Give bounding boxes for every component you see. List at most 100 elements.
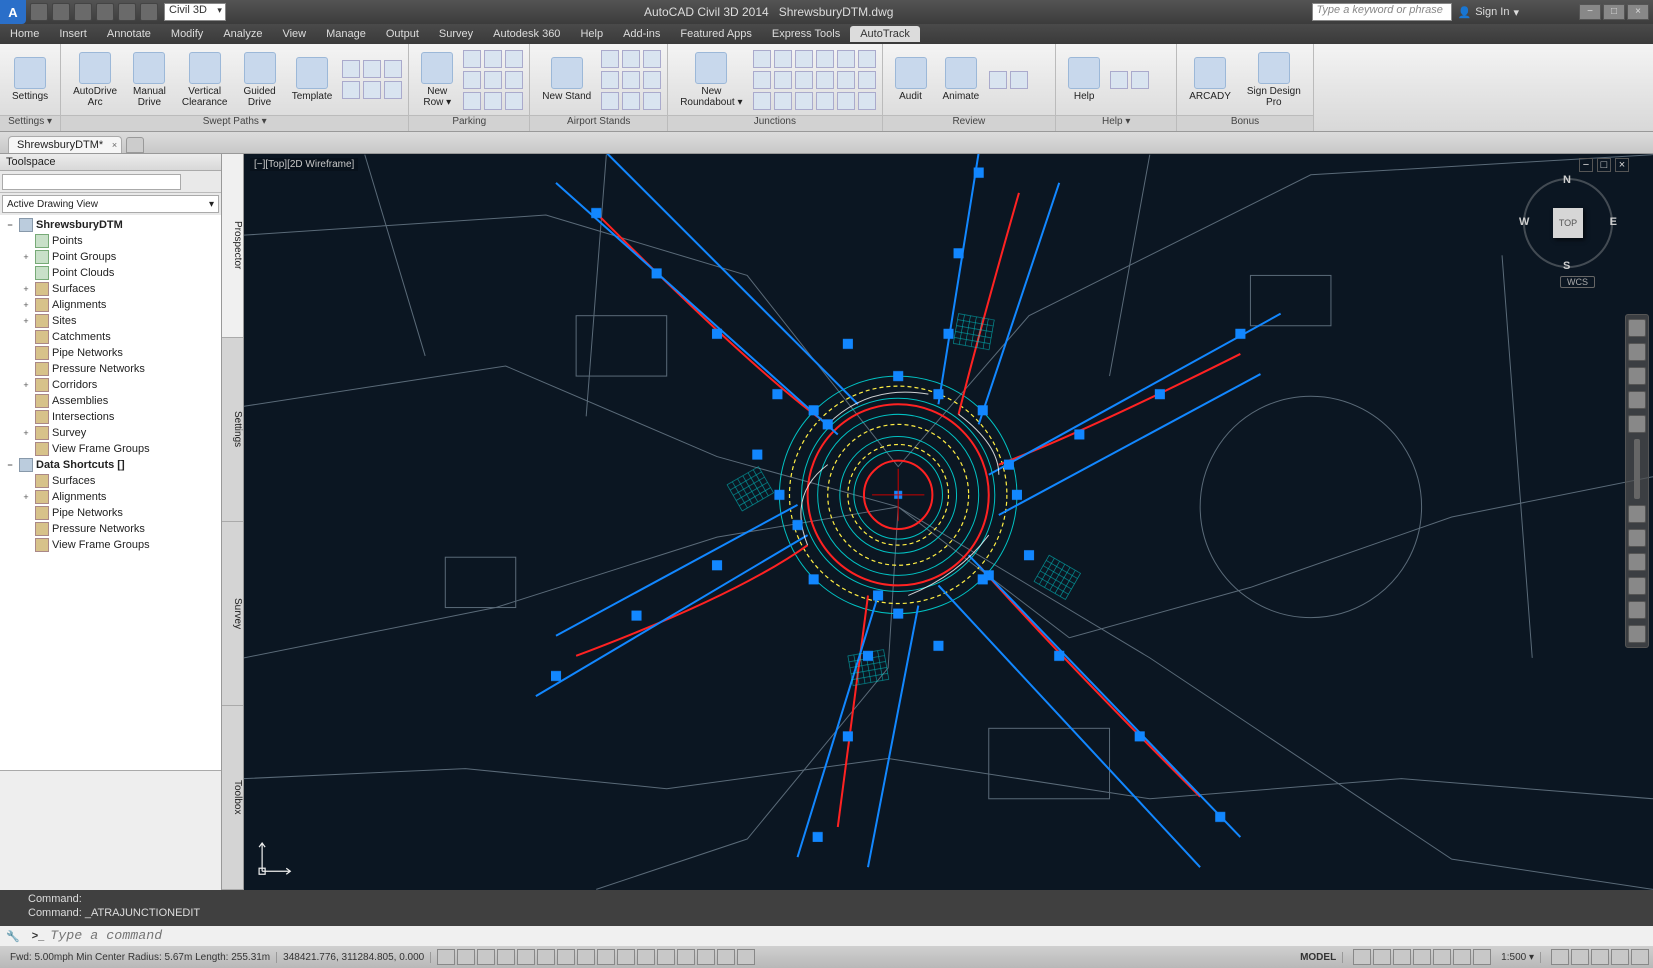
status-toggle-icon[interactable] xyxy=(677,949,695,965)
nav-pan-icon[interactable] xyxy=(1628,343,1646,361)
status-toggle-icon[interactable] xyxy=(1551,949,1569,965)
ribbon-small-icon[interactable] xyxy=(795,50,813,68)
ribbon-tab-home[interactable]: Home xyxy=(0,28,49,40)
status-toggle-icon[interactable] xyxy=(557,949,575,965)
compass-n[interactable]: N xyxy=(1563,174,1571,186)
status-toggle-icon[interactable] xyxy=(737,949,755,965)
ribbon-small-icon[interactable] xyxy=(384,60,402,78)
ribbon-tab-view[interactable]: View xyxy=(272,28,316,40)
status-toggle-icon[interactable] xyxy=(617,949,635,965)
status-toggle-icon[interactable] xyxy=(537,949,555,965)
toolspace-tab-toolbox[interactable]: Toolbox xyxy=(222,706,243,890)
toolspace-tab-settings[interactable]: Settings xyxy=(222,338,243,522)
ribbon-small-icon[interactable] xyxy=(622,50,640,68)
toolspace-btn1-icon[interactable] xyxy=(185,174,194,190)
toolspace-tab-survey[interactable]: Survey xyxy=(222,522,243,706)
ribbon-small-icon[interactable] xyxy=(643,71,661,89)
audit-button[interactable]: Audit xyxy=(889,55,933,104)
workspace-dropdown[interactable]: Civil 3D xyxy=(164,3,226,21)
animate-button[interactable]: Animate xyxy=(937,55,986,104)
ribbon-small-icon[interactable] xyxy=(484,50,502,68)
ribbon-small-icon[interactable] xyxy=(753,71,771,89)
ribbon-small-icon[interactable] xyxy=(601,50,619,68)
ribbon-small-icon[interactable] xyxy=(601,92,619,110)
tree-node-pressure-networks[interactable]: Pressure Networks xyxy=(0,521,221,537)
status-toggle-icon[interactable] xyxy=(697,949,715,965)
app-logo[interactable]: A xyxy=(0,0,26,24)
tree-node-pressure-networks[interactable]: Pressure Networks xyxy=(0,361,221,377)
ribbon-tab-output[interactable]: Output xyxy=(376,28,429,40)
ribbon-small-icon[interactable] xyxy=(774,71,792,89)
command-input[interactable] xyxy=(50,929,1653,944)
vp-minimize-icon[interactable]: − xyxy=(1579,158,1593,172)
template-button[interactable]: Template xyxy=(286,55,339,104)
ribbon-small-icon[interactable] xyxy=(858,50,876,68)
ribbon-small-icon[interactable] xyxy=(774,92,792,110)
autodrive-arc-button[interactable]: AutoDriveArc xyxy=(67,50,123,110)
tree-node-points[interactable]: Points xyxy=(0,233,221,249)
status-toggle-icon[interactable] xyxy=(517,949,535,965)
qat-save-icon[interactable] xyxy=(74,3,92,21)
ribbon-small-icon[interactable] xyxy=(622,92,640,110)
nav-tool3-icon[interactable] xyxy=(1628,553,1646,571)
model-paper-toggle[interactable]: MODEL xyxy=(1294,952,1343,963)
status-toggle-icon[interactable] xyxy=(1591,949,1609,965)
nav-orbit-icon[interactable] xyxy=(1628,391,1646,409)
status-toggle-icon[interactable] xyxy=(577,949,595,965)
tree-node-intersections[interactable]: Intersections xyxy=(0,409,221,425)
ribbon-small-icon[interactable] xyxy=(622,71,640,89)
ribbon-small-icon[interactable] xyxy=(342,60,360,78)
maximize-button[interactable]: □ xyxy=(1603,4,1625,20)
tree-expand-icon[interactable]: + xyxy=(20,428,32,438)
status-toggle-icon[interactable] xyxy=(657,949,675,965)
viewport-label[interactable]: [−][Top][2D Wireframe] xyxy=(250,158,358,171)
vertical-clearance-button[interactable]: VerticalClearance xyxy=(176,50,234,110)
tree-node-survey[interactable]: +Survey xyxy=(0,425,221,441)
ribbon-small-icon[interactable] xyxy=(837,71,855,89)
settings-button[interactable]: Settings xyxy=(6,55,54,104)
ribbon-small-icon[interactable] xyxy=(342,81,360,99)
status-toggle-icon[interactable] xyxy=(1611,949,1629,965)
ribbon-tab-featured-apps[interactable]: Featured Apps xyxy=(670,28,762,40)
ribbon-small-icon[interactable] xyxy=(1110,71,1128,89)
nav-tool2-icon[interactable] xyxy=(1628,529,1646,547)
status-toggle-icon[interactable] xyxy=(1393,949,1411,965)
infocenter-search[interactable]: Type a keyword or phrase xyxy=(1312,3,1452,21)
tree-node-sites[interactable]: +Sites xyxy=(0,313,221,329)
nav-tool6-icon[interactable] xyxy=(1628,625,1646,643)
annotation-scale[interactable]: 1:500 ▾ xyxy=(1495,952,1541,963)
toolspace-tab-prospector[interactable]: Prospector xyxy=(222,154,243,338)
ribbon-small-icon[interactable] xyxy=(837,50,855,68)
tree-node-view-frame-groups[interactable]: View Frame Groups xyxy=(0,537,221,553)
ribbon-tab-express-tools[interactable]: Express Tools xyxy=(762,28,850,40)
toolspace-tree[interactable]: −ShrewsburyDTMPoints+Point GroupsPoint C… xyxy=(0,215,221,770)
ribbon-tab-insert[interactable]: Insert xyxy=(49,28,97,40)
status-toggle-icon[interactable] xyxy=(437,949,455,965)
viewcube[interactable]: TOP N S E W xyxy=(1523,178,1613,268)
ribbon-small-icon[interactable] xyxy=(989,71,1007,89)
tree-node-corridors[interactable]: +Corridors xyxy=(0,377,221,393)
new-stand-button[interactable]: New Stand xyxy=(536,55,597,104)
tree-node-catchments[interactable]: Catchments xyxy=(0,329,221,345)
status-toggle-icon[interactable] xyxy=(1571,949,1589,965)
qat-new-icon[interactable] xyxy=(30,3,48,21)
tree-expand-icon[interactable]: − xyxy=(4,460,16,470)
tree-node-pipe-networks[interactable]: Pipe Networks xyxy=(0,505,221,521)
ribbon-small-icon[interactable] xyxy=(753,92,771,110)
status-toggle-icon[interactable] xyxy=(1473,949,1491,965)
ribbon-small-icon[interactable] xyxy=(505,92,523,110)
nav-zoom-icon[interactable] xyxy=(1628,367,1646,385)
ribbon-tab-help[interactable]: Help xyxy=(570,28,613,40)
status-toggle-icon[interactable] xyxy=(497,949,515,965)
ribbon-tab-survey[interactable]: Survey xyxy=(429,28,483,40)
exchange-icon[interactable] xyxy=(1531,3,1549,21)
ribbon-tab-add-ins[interactable]: Add-ins xyxy=(613,28,670,40)
nav-showmotion-icon[interactable] xyxy=(1628,415,1646,433)
ribbon-tab-modify[interactable]: Modify xyxy=(161,28,213,40)
guided-drive-button[interactable]: GuidedDrive xyxy=(237,50,281,110)
ribbon-panel-title[interactable]: Help ▾ xyxy=(1056,115,1176,131)
status-toggle-icon[interactable] xyxy=(597,949,615,965)
nav-tool1-icon[interactable] xyxy=(1628,505,1646,523)
signin-button[interactable]: 👤 Sign In ▾ xyxy=(1458,6,1519,19)
minimize-button[interactable]: − xyxy=(1579,4,1601,20)
